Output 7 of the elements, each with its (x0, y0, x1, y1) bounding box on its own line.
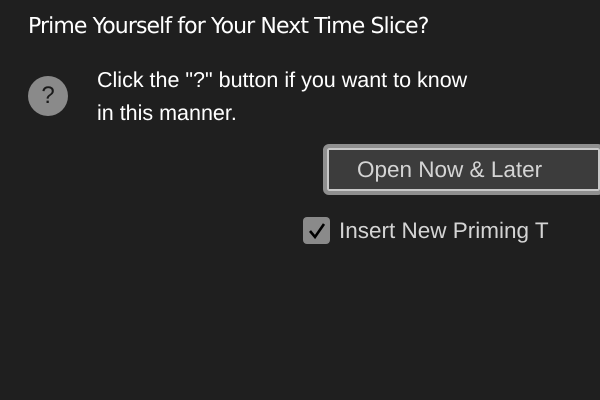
checkmark-icon (306, 220, 326, 240)
checkbox-label: Insert New Priming T (339, 218, 549, 244)
dialog-title: Prime Yourself for Your Next Time Slice? (28, 13, 429, 41)
checkbox[interactable] (303, 217, 330, 244)
help-button[interactable]: ? (28, 76, 68, 116)
message-text: in this manner. (97, 100, 237, 127)
message-text: Click the "?" button if you want to know (97, 67, 468, 94)
